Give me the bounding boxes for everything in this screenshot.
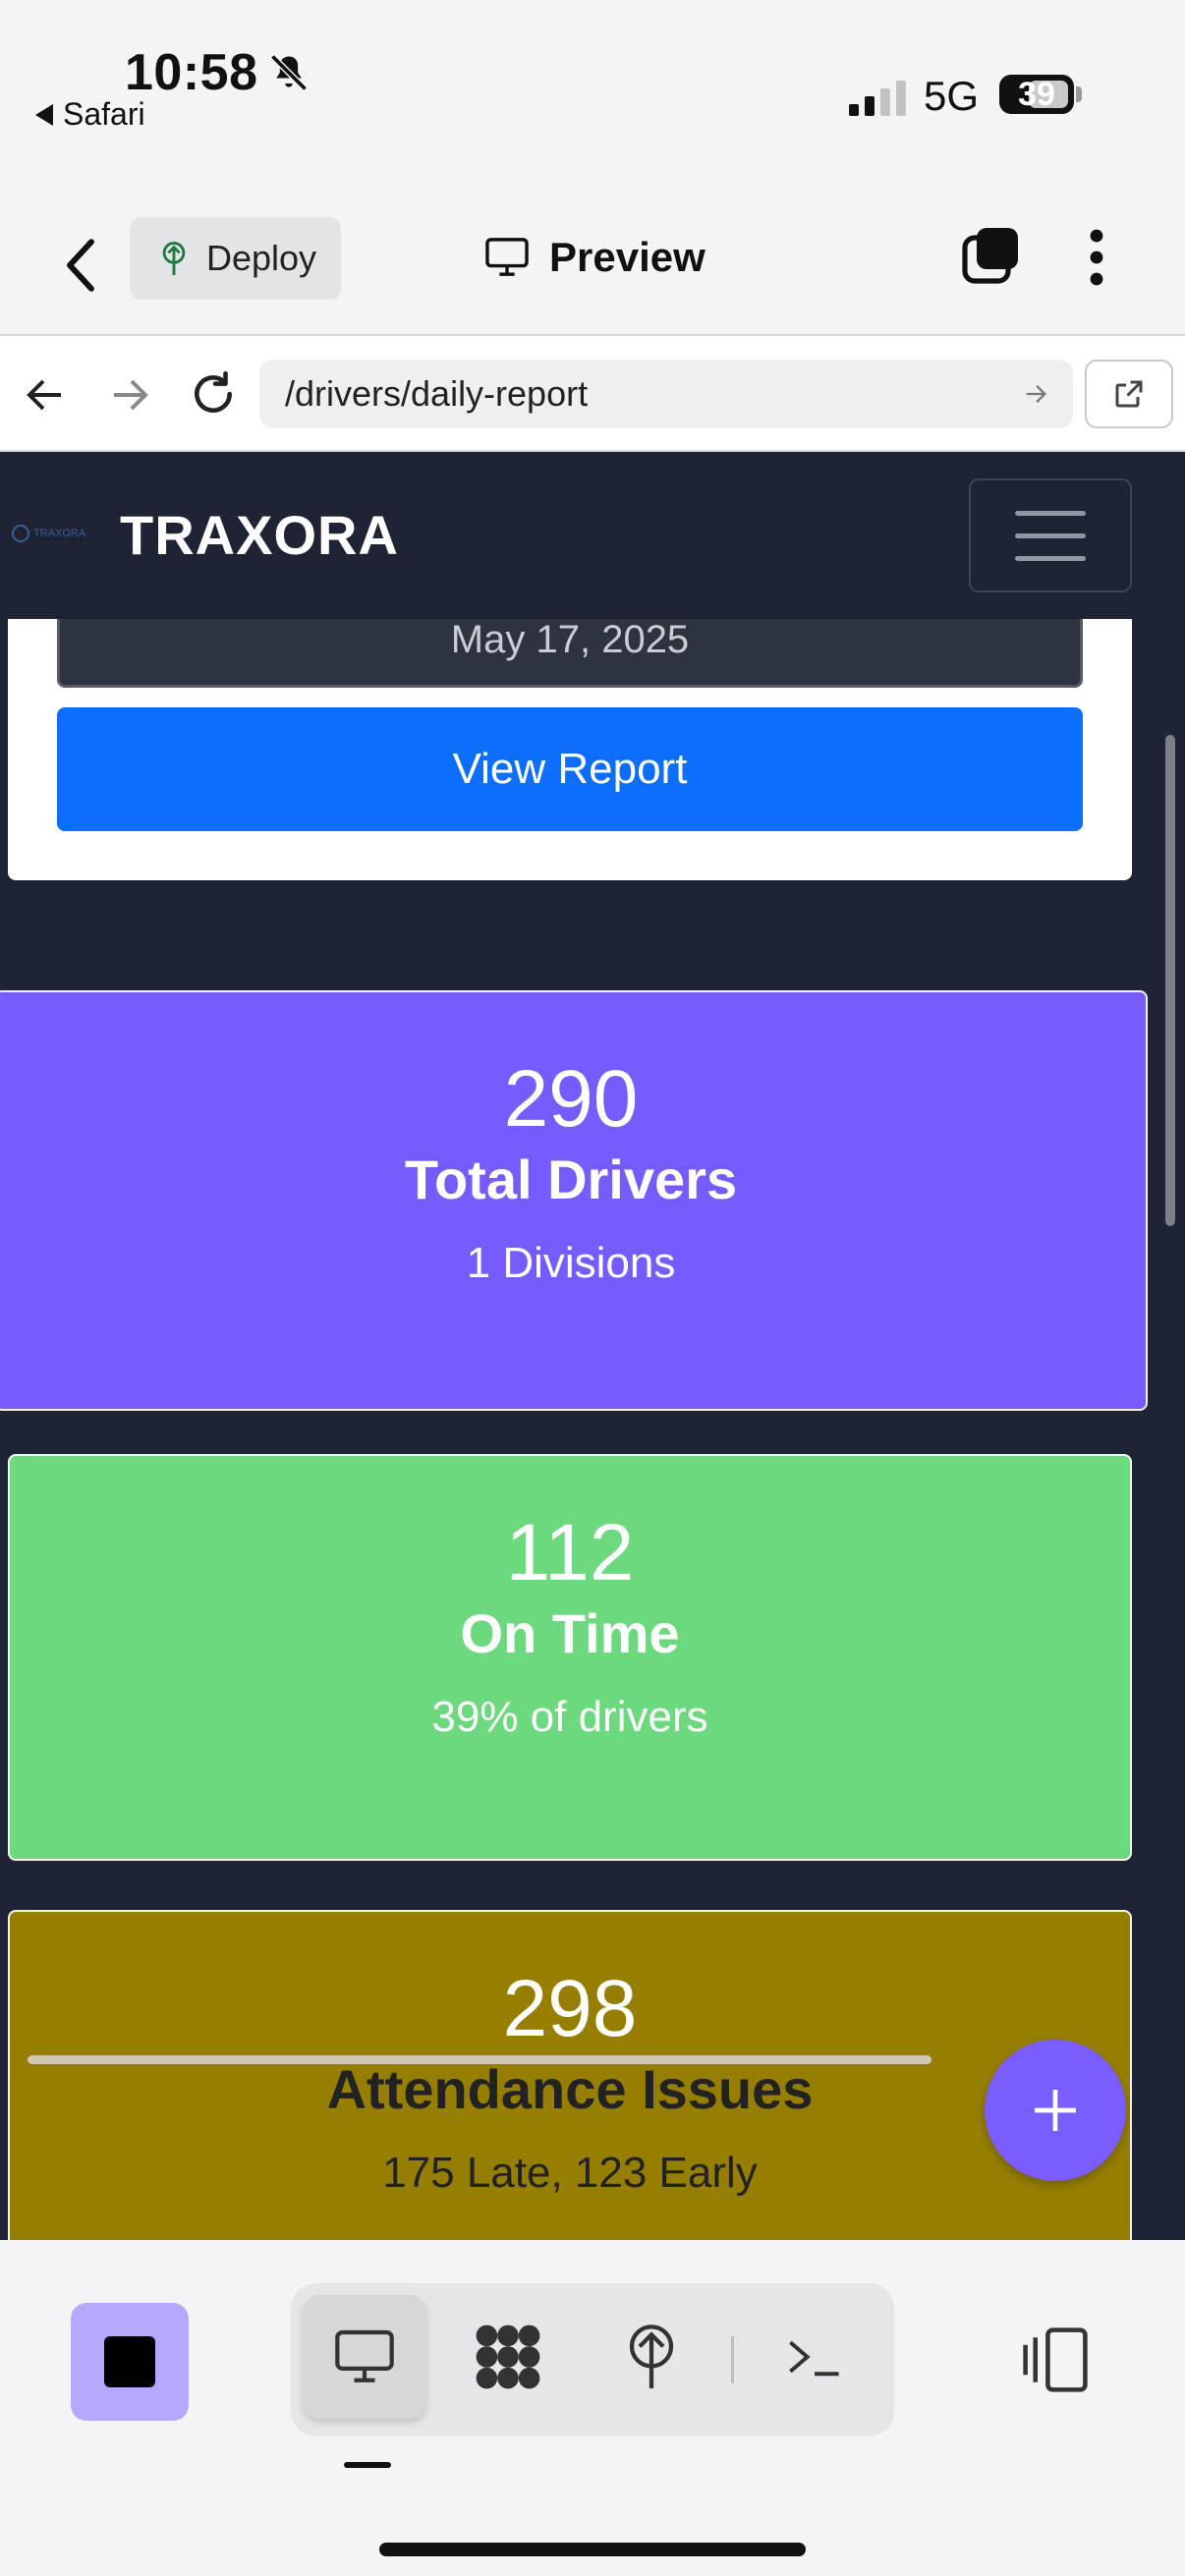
- chevron-left-icon[interactable]: [59, 236, 102, 295]
- total-drivers-sub: 1 Divisions: [466, 1239, 676, 1287]
- preview-label: Preview: [549, 234, 705, 280]
- workspace-toolbar: [0, 2240, 1185, 2576]
- stop-icon: [104, 2336, 155, 2387]
- open-external-icon: [1115, 380, 1143, 408]
- on-time-sub: 39% of drivers: [431, 1693, 708, 1741]
- battery-indicator: 39: [999, 75, 1074, 114]
- monitor-icon: [485, 238, 529, 276]
- cellular-signal-icon: [849, 81, 906, 116]
- deploy-button[interactable]: Deploy: [130, 217, 341, 300]
- attendance-issues-value: 298: [502, 1964, 638, 2053]
- plus-icon: [1035, 2090, 1076, 2131]
- stop-button[interactable]: [71, 2303, 189, 2421]
- report-filter-card: May 17, 2025 View Report: [8, 619, 1132, 880]
- reload-icon[interactable]: [189, 369, 238, 419]
- monitor-icon: [335, 2329, 394, 2382]
- on-time-card: 112 On Time 39% of drivers: [8, 1454, 1132, 1861]
- on-time-value: 112: [505, 1508, 635, 1597]
- deploy-label: Deploy: [206, 238, 317, 278]
- site-brand[interactable]: TRAXORA: [120, 503, 399, 567]
- tool-preview[interactable]: [303, 2295, 426, 2419]
- url-text: /drivers/daily-report: [285, 373, 589, 414]
- tool-separator: [731, 2336, 734, 2383]
- open-external-button[interactable]: [1085, 360, 1173, 428]
- network-type: 5G: [924, 73, 980, 119]
- apps-icon: [476, 2324, 540, 2389]
- more-vertical-icon[interactable]: [1079, 226, 1114, 289]
- on-time-label: On Time: [460, 1602, 680, 1664]
- browser-url-row: /drivers/daily-report: [0, 334, 1185, 452]
- horizontal-scrollbar[interactable]: [28, 2055, 931, 2064]
- split-view-icon[interactable]: [1018, 2323, 1093, 2397]
- site-logo[interactable]: TRAXORA: [12, 523, 90, 544]
- bell-slash-icon: [270, 54, 308, 91]
- terminal-icon: [789, 2340, 839, 2377]
- url-input[interactable]: /drivers/daily-report: [259, 360, 1073, 428]
- tool-deploy[interactable]: [590, 2295, 713, 2419]
- tabs-icon[interactable]: [959, 224, 1022, 287]
- status-bar: 10:58 Safari 5G 39: [0, 0, 1185, 196]
- logo-text: TRAXORA: [33, 528, 86, 539]
- battery-level: 39: [1018, 75, 1055, 113]
- total-drivers-label: Total Drivers: [404, 1148, 738, 1210]
- deploy-tree-icon: [162, 242, 186, 275]
- date-input[interactable]: May 17, 2025: [57, 619, 1083, 688]
- total-drivers-value: 290: [503, 1054, 639, 1144]
- app-bar: Deploy Preview: [0, 196, 1185, 334]
- attendance-issues-sub: 175 Late, 123 Early: [382, 2149, 758, 2197]
- site-navbar: TRAXORA TRAXORA: [0, 452, 1185, 619]
- back-to-app-link[interactable]: Safari: [35, 96, 145, 133]
- deploy-tree-icon: [629, 2324, 674, 2388]
- arrow-right-icon[interactable]: [1022, 380, 1049, 408]
- arrow-right-icon[interactable]: [106, 371, 153, 419]
- view-report-button[interactable]: View Report: [57, 707, 1083, 831]
- total-drivers-card: 290 Total Drivers 1 Divisions: [0, 990, 1148, 1411]
- workspace-tool-group: [291, 2283, 894, 2436]
- attendance-issues-label: Attendance Issues: [326, 2058, 814, 2120]
- preview-title: Preview: [484, 226, 705, 289]
- status-time: 10:58: [125, 44, 258, 101]
- tool-terminal[interactable]: [753, 2295, 876, 2419]
- attendance-issues-card: 298 Attendance Issues 175 Late, 123 Earl…: [8, 1910, 1132, 2240]
- back-triangle-icon: [35, 103, 53, 126]
- back-app-label: Safari: [63, 96, 145, 132]
- tool-apps[interactable]: [446, 2295, 570, 2419]
- add-fab-button[interactable]: [985, 2040, 1126, 2181]
- arrow-left-icon[interactable]: [22, 371, 69, 419]
- vertical-scrollbar[interactable]: [1165, 735, 1175, 1226]
- web-preview: TRAXORA TRAXORA May 17, 2025 View Report…: [0, 452, 1185, 2240]
- logo-mark-icon: [12, 525, 29, 542]
- home-indicator: [379, 2543, 806, 2556]
- hamburger-icon[interactable]: [969, 478, 1132, 592]
- battery-tip: [1076, 86, 1082, 102]
- active-tool-indicator: [344, 2462, 391, 2468]
